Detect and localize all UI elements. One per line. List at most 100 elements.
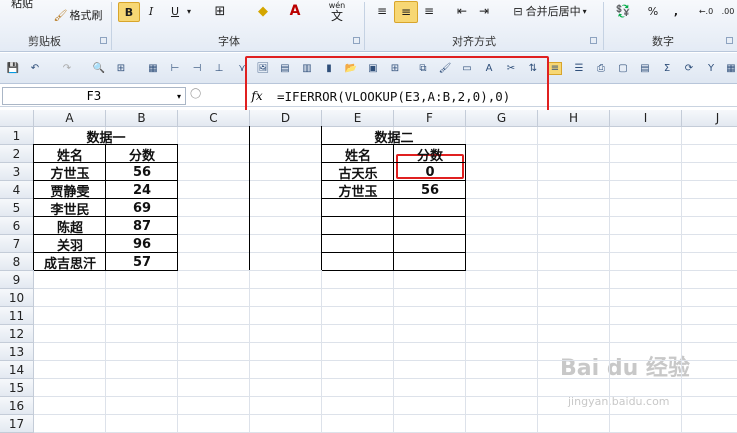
table2-cell-name[interactable]: 古天乐 <box>322 163 394 182</box>
table2-cell-score[interactable]: 0 <box>394 163 466 181</box>
table1-cell-score[interactable]: 56 <box>106 163 178 181</box>
table2-cell-name[interactable]: 方世玉 <box>322 181 394 200</box>
column-header-h[interactable]: H <box>538 110 610 127</box>
chevron-down-icon[interactable]: ▾ <box>174 88 184 104</box>
merge-center-button[interactable]: ⊟ 合并后居中 ▾ <box>503 2 597 20</box>
column-header-d[interactable]: D <box>250 110 322 127</box>
row-header-12[interactable]: 12 <box>0 325 34 343</box>
redo-icon[interactable]: ↷ <box>60 62 74 75</box>
cell-border <box>34 234 178 235</box>
table1-cell-score[interactable]: 96 <box>106 235 178 253</box>
cell-border <box>322 144 466 145</box>
document-icon[interactable]: ▢ <box>616 62 630 75</box>
align-left-icon[interactable]: ≡ <box>372 2 392 20</box>
row-header-10[interactable]: 10 <box>0 289 34 307</box>
formula-icon[interactable]: Y <box>704 62 718 75</box>
name-box[interactable]: F3 <box>2 87 186 105</box>
name-box-value: F3 <box>86 89 102 103</box>
save-icon[interactable]: 💾 <box>6 62 20 75</box>
table1-cell-name[interactable]: 方世玉 <box>34 163 106 182</box>
currency-icon[interactable]: 💱 <box>611 2 635 20</box>
undo-icon[interactable]: ↶ <box>28 62 42 75</box>
grid-icon[interactable]: ▦ <box>146 62 160 75</box>
column-header-g[interactable]: G <box>466 110 538 127</box>
more-icon[interactable]: ▦ <box>724 62 737 75</box>
column-header-i[interactable]: I <box>610 110 682 127</box>
row-header-15[interactable]: 15 <box>0 379 34 397</box>
gridline <box>34 288 737 289</box>
row-header-1[interactable]: 1 <box>0 127 34 145</box>
printer-icon[interactable]: ⎙ <box>594 62 608 75</box>
clipboard-launcher-icon[interactable] <box>100 37 107 44</box>
table1-header-name[interactable]: 姓名 <box>34 145 106 164</box>
row-header-4[interactable]: 4 <box>0 181 34 199</box>
table2-header-name[interactable]: 姓名 <box>322 145 394 164</box>
table1-cell-score[interactable]: 57 <box>106 253 178 271</box>
percent-button[interactable]: % <box>645 2 661 20</box>
number-launcher-icon[interactable] <box>726 37 733 44</box>
column-header-c[interactable]: C <box>178 110 250 127</box>
table1-cell-score[interactable]: 24 <box>106 181 178 199</box>
row-header-17[interactable]: 17 <box>0 415 34 433</box>
format-painter-button[interactable]: 🖌 格式刷 <box>50 6 106 24</box>
insert-rows-icon[interactable]: ⊢ <box>168 62 182 75</box>
comma-button[interactable]: , <box>670 2 682 20</box>
table2-header-score[interactable]: 分数 <box>394 145 466 164</box>
print-preview-icon[interactable]: 🔍 <box>92 62 106 75</box>
column-header-a[interactable]: A <box>34 110 106 127</box>
phonetic-button[interactable]: 文 <box>325 8 349 23</box>
delete-icon[interactable]: ⊥ <box>212 62 226 75</box>
table1-title[interactable]: 数据一 <box>34 127 178 146</box>
row-header-11[interactable]: 11 <box>0 307 34 325</box>
border-icon[interactable]: ⊞ <box>209 2 231 20</box>
alignment-launcher-icon[interactable] <box>590 37 597 44</box>
row-header-7[interactable]: 7 <box>0 235 34 253</box>
increase-indent-icon[interactable]: ⇥ <box>474 2 494 20</box>
increase-decimal-icon[interactable]: ←.0 <box>697 2 715 20</box>
underline-dropdown-icon[interactable]: ▾ <box>184 2 194 20</box>
column-header-b[interactable]: B <box>106 110 178 127</box>
table1-cell-name[interactable]: 关羽 <box>34 235 106 254</box>
sum-icon[interactable]: Σ <box>660 62 674 75</box>
select-all-corner[interactable] <box>0 110 34 127</box>
column-header-f[interactable]: F <box>394 110 466 127</box>
table1-header-score[interactable]: 分数 <box>106 145 178 164</box>
table1-cell-score[interactable]: 87 <box>106 217 178 235</box>
bold-button[interactable]: B <box>118 2 140 22</box>
insert-cols-icon[interactable]: ⊣ <box>190 62 204 75</box>
table1-cell-name[interactable]: 贾静雯 <box>34 181 106 200</box>
row-header-2[interactable]: 2 <box>0 145 34 163</box>
row-header-16[interactable]: 16 <box>0 397 34 415</box>
row-header-13[interactable]: 13 <box>0 343 34 361</box>
font-color-icon[interactable]: A <box>284 2 306 20</box>
italic-button[interactable]: I <box>143 2 159 20</box>
row-header-5[interactable]: 5 <box>0 199 34 217</box>
refresh-icon[interactable]: ⟳ <box>682 62 696 75</box>
align-right-icon[interactable]: ≡ <box>419 2 439 20</box>
fill-color-icon[interactable]: ◆ <box>252 2 274 20</box>
row-header-14[interactable]: 14 <box>0 361 34 379</box>
row-header-9[interactable]: 9 <box>0 271 34 289</box>
table1-cell-name[interactable]: 陈超 <box>34 217 106 236</box>
align-center-icon[interactable]: ≡ <box>394 1 418 23</box>
table1-cell-name[interactable]: 李世民 <box>34 199 106 218</box>
row-header-8[interactable]: 8 <box>0 253 34 271</box>
align-center-icon[interactable]: ≡ <box>548 62 562 75</box>
decrease-indent-icon[interactable]: ⇤ <box>452 2 472 20</box>
row-header-6[interactable]: 6 <box>0 217 34 235</box>
table1-cell-score[interactable]: 69 <box>106 199 178 217</box>
gridline <box>681 127 682 433</box>
table1-cell-name[interactable]: 成吉思汗 <box>34 253 106 272</box>
font-launcher-icon[interactable] <box>353 37 360 44</box>
underline-button[interactable]: U <box>167 2 183 20</box>
column-header-j[interactable]: J <box>682 110 737 127</box>
table2-cell-score[interactable]: 56 <box>394 181 466 199</box>
stack-icon[interactable]: ▤ <box>638 62 652 75</box>
border-icon[interactable]: ⊞ <box>114 62 128 75</box>
column-header-e[interactable]: E <box>322 110 394 127</box>
row-header-3[interactable]: 3 <box>0 163 34 181</box>
paste-button[interactable]: 粘贴 <box>4 0 40 10</box>
list-icon[interactable]: ☰ <box>572 62 586 75</box>
table2-title[interactable]: 数据二 <box>322 127 466 146</box>
decrease-decimal-icon[interactable]: .00 <box>719 2 737 20</box>
